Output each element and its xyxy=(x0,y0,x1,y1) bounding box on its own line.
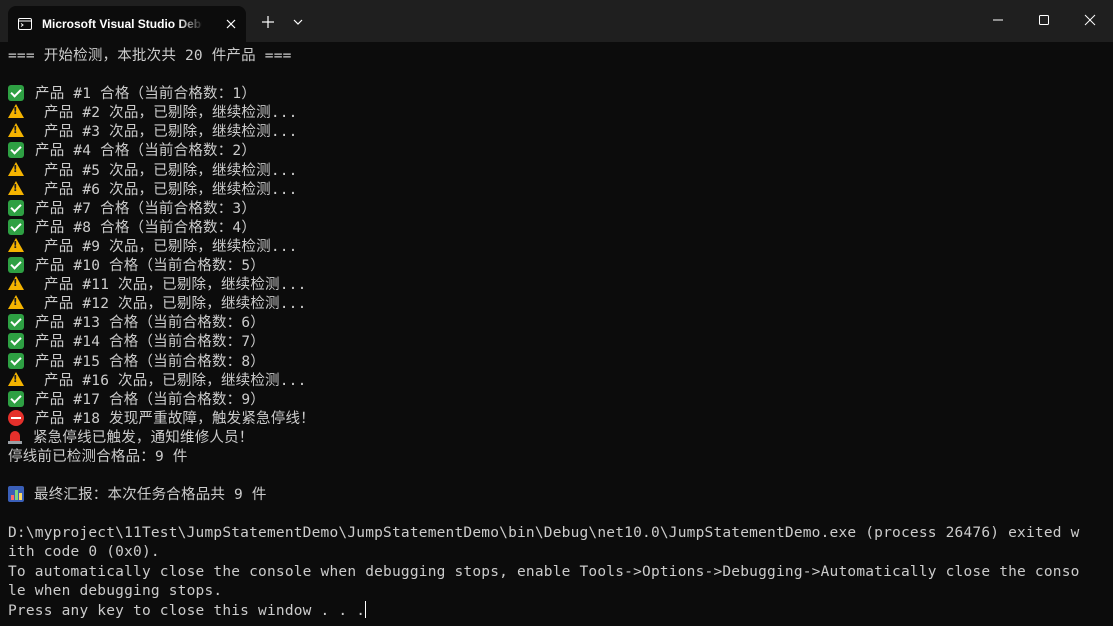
check-icon xyxy=(8,314,24,331)
stop-icon xyxy=(8,409,24,426)
check-icon xyxy=(8,390,24,407)
console-line-text: 产品 #11 次品，已剔除，继续检测... xyxy=(44,277,307,294)
console-line-text: 产品 #18 发现严重故障，触发紧急停线！ xyxy=(35,410,315,427)
tab-debug-console[interactable]: Microsoft Visual Studio Debug Console xyxy=(8,6,246,42)
siren-icon xyxy=(8,429,22,445)
maximize-icon xyxy=(1039,15,1049,25)
console-line: le when debugging stops. xyxy=(8,582,1108,601)
console-line: 产品 #4 合格（当前合格数：2） xyxy=(8,142,1108,161)
console-line: 产品 #12 次品，已剔除，继续检测... xyxy=(8,295,1108,314)
console-line-text: ith code 0 (0x0). xyxy=(8,544,160,561)
warning-icon xyxy=(8,123,24,138)
console-output[interactable]: === 开始检测，本批次共 20 件产品 === 产品 #1 合格（当前合格数：1… xyxy=(8,47,1108,620)
console-line-text: 产品 #6 次品，已剔除，继续检测... xyxy=(44,181,298,198)
console-line-text: 产品 #8 合格（当前合格数：4） xyxy=(35,219,257,236)
console-line-text: 最终汇报：本次任务合格品共 9 件 xyxy=(34,487,267,504)
close-window-button[interactable] xyxy=(1067,0,1113,40)
new-tab-icon[interactable] xyxy=(258,12,278,32)
console-line-text: 产品 #7 合格（当前合格数：3） xyxy=(35,200,257,217)
console-line: 停线前已检测合格品：9 件 xyxy=(8,448,1108,467)
warning-icon xyxy=(8,161,24,176)
terminal-window: Microsoft Visual Studio Debug Console xyxy=(0,0,1113,626)
console-line-text: 产品 #12 次品，已剔除，继续检测... xyxy=(44,296,307,313)
console-line-text: 产品 #15 合格（当前合格数：8） xyxy=(35,353,265,370)
console-line-text: 产品 #14 合格（当前合格数：7） xyxy=(35,334,265,351)
console-line: 产品 #14 合格（当前合格数：7） xyxy=(8,333,1108,352)
console-line: 产品 #8 合格（当前合格数：4） xyxy=(8,218,1108,238)
console-line: === 开始检测，本批次共 20 件产品 === xyxy=(8,47,1108,66)
check-icon xyxy=(8,199,24,216)
console-line: 产品 #5 次品，已剔除，继续检测... xyxy=(8,161,1108,181)
check-icon xyxy=(8,352,24,369)
console-line: 最终汇报：本次任务合格品共 9 件 xyxy=(8,486,1108,505)
console-line-text: 产品 #5 次品，已剔除，继续检测... xyxy=(44,162,298,179)
warning-icon xyxy=(8,276,24,291)
close-icon xyxy=(1084,14,1096,26)
check-icon xyxy=(8,142,24,159)
console-app-icon xyxy=(18,17,32,31)
console-line: 产品 #17 合格（当前合格数：9） xyxy=(8,390,1108,410)
console-line-text: 产品 #9 次品，已剔除，继续检测... xyxy=(44,238,298,255)
console-line-text: 产品 #2 次品，已剔除，继续检测... xyxy=(44,105,298,122)
text-cursor xyxy=(365,600,367,618)
check-icon xyxy=(8,218,24,235)
console-line-text: 产品 #10 合格（当前合格数：5） xyxy=(35,258,265,275)
console-line-text: 产品 #4 合格（当前合格数：2） xyxy=(35,143,257,160)
tab-title-fade xyxy=(178,14,204,34)
console-line: 紧急停线已触发，通知维修人员！ xyxy=(8,429,1108,448)
console-line: ith code 0 (0x0). xyxy=(8,543,1108,562)
warning-icon xyxy=(8,180,24,195)
minimize-button[interactable] xyxy=(975,0,1021,40)
console-line-text: D:\myproject\11Test\JumpStatementDemo\Ju… xyxy=(8,525,1080,542)
console-line: 产品 #18 发现严重故障，触发紧急停线！ xyxy=(8,409,1108,429)
console-line: 产品 #1 合格（当前合格数：1） xyxy=(8,85,1108,104)
minimize-icon xyxy=(993,19,1003,21)
close-tab-icon[interactable] xyxy=(224,17,238,31)
warning-icon xyxy=(8,237,24,252)
check-icon xyxy=(8,333,24,350)
check-icon xyxy=(8,85,24,102)
warning-icon xyxy=(8,371,24,386)
console-line-text: 产品 #3 次品，已剔除，继续检测... xyxy=(44,124,298,141)
console-line-text: === 开始检测，本批次共 20 件产品 === xyxy=(8,48,292,64)
console-line: 产品 #6 次品，已剔除，继续检测... xyxy=(8,180,1108,200)
warning-icon xyxy=(8,295,24,310)
console-line: 产品 #7 合格（当前合格数：3） xyxy=(8,199,1108,219)
console-line: 产品 #3 次品，已剔除，继续检测... xyxy=(8,123,1108,142)
console-line: 产品 #9 次品，已剔除，继续检测... xyxy=(8,237,1108,257)
console-line: 产品 #15 合格（当前合格数：8） xyxy=(8,352,1108,372)
console-line-text: Press any key to close this window . . . xyxy=(8,602,366,619)
check-icon xyxy=(8,257,24,274)
console-line: To automatically close the console when … xyxy=(8,563,1108,582)
console-line: 产品 #11 次品，已剔除，继续检测... xyxy=(8,276,1108,295)
console-line: 产品 #10 合格（当前合格数：5） xyxy=(8,257,1108,276)
console-line-text: 停线前已检测合格品：9 件 xyxy=(8,448,188,465)
chevron-down-icon[interactable] xyxy=(290,14,306,30)
console-line-text: 紧急停线已触发，通知维修人员！ xyxy=(33,429,254,446)
console-line-text: le when debugging stops. xyxy=(8,582,223,599)
console-line: D:\myproject\11Test\JumpStatementDemo\Ju… xyxy=(8,524,1108,543)
console-line: Press any key to close this window . . . xyxy=(8,600,1108,620)
console-line-text: 产品 #16 次品，已剔除，继续检测... xyxy=(44,372,307,389)
console-line-text: To automatically close the console when … xyxy=(8,563,1080,580)
console-line: 产品 #2 次品，已剔除，继续检测... xyxy=(8,104,1108,123)
console-line-text: 产品 #17 合格（当前合格数：9） xyxy=(35,391,265,408)
title-bar: Microsoft Visual Studio Debug Console xyxy=(0,0,1113,42)
maximize-button[interactable] xyxy=(1021,0,1067,40)
console-line-text: 产品 #1 合格（当前合格数：1） xyxy=(35,86,257,103)
bar-chart-icon xyxy=(8,486,24,503)
console-line: 产品 #13 合格（当前合格数：6） xyxy=(8,314,1108,333)
warning-icon xyxy=(8,104,24,119)
console-line: 产品 #16 次品，已剔除，继续检测... xyxy=(8,371,1108,391)
console-line-text: 产品 #13 合格（当前合格数：6） xyxy=(35,315,265,332)
